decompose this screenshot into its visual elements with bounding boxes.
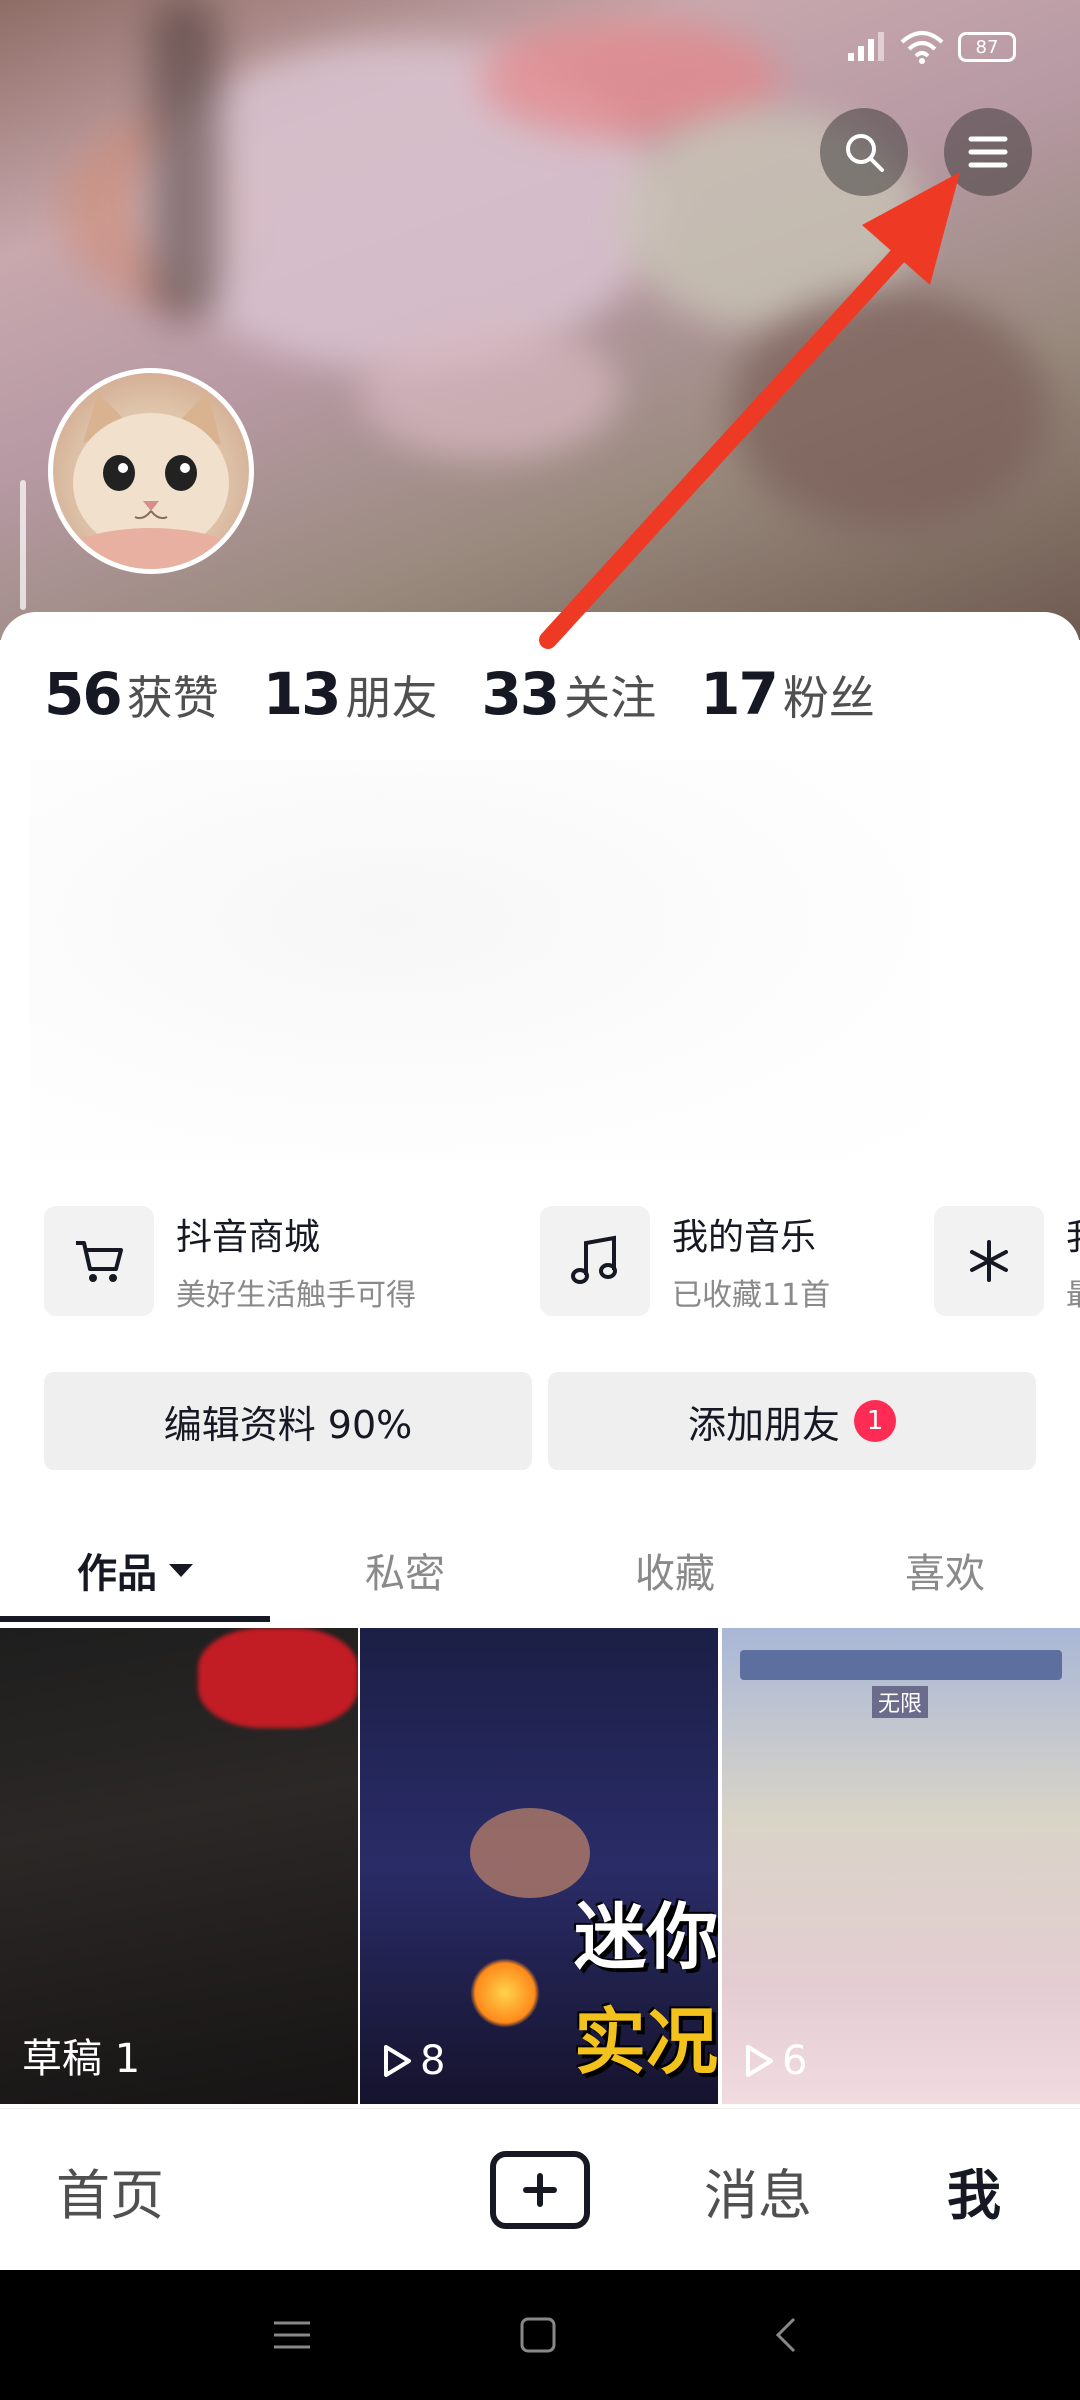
thumbnail-detail (470, 1958, 540, 2028)
video-thumbnail-draft[interactable]: 草稿 1 (0, 1628, 358, 2104)
service-icon-box (934, 1206, 1044, 1316)
notification-badge: 1 (854, 1400, 896, 1442)
stat-followers[interactable]: 17 粉丝 (700, 660, 875, 728)
play-icon (384, 2045, 411, 2077)
edit-profile-label: 编辑资料 90% (163, 1402, 413, 1447)
tab-likes[interactable]: 喜欢 (810, 1520, 1080, 1620)
video-thumbnail[interactable]: 迷你 实况 8 (360, 1628, 718, 2104)
content-tabs: 作品 私密 收藏 喜欢 (0, 1520, 1080, 1620)
stat-friends[interactable]: 13 朋友 (263, 660, 438, 728)
add-friend-label: 添加朋友 (687, 1402, 840, 1447)
thumbnail-overlay-text: 无限 (872, 1686, 929, 1718)
nav-label: 消息 (704, 2163, 812, 2227)
nav-me[interactable]: 我 (868, 2109, 1080, 2271)
recents-icon[interactable] (272, 2315, 312, 2355)
signal-icon (848, 32, 884, 61)
draft-label: 草稿 1 (22, 2036, 141, 2082)
tab-works[interactable]: 作品 (0, 1520, 270, 1620)
video-meta: 8 (382, 2038, 445, 2084)
service-subtitle: 最 (1066, 1270, 1080, 1314)
stat-value: 17 (700, 660, 779, 728)
play-count: 8 (420, 2038, 446, 2084)
menu-button[interactable] (944, 108, 1032, 196)
video-thumbnail[interactable]: 无限 6 (722, 1628, 1080, 2104)
tab-private[interactable]: 私密 (270, 1520, 540, 1620)
back-icon[interactable] (766, 2315, 806, 2355)
music-note-icon (571, 1235, 617, 1284)
profile-cover[interactable]: 87 (0, 0, 1080, 640)
search-icon (846, 134, 884, 172)
thumbnail-detail (470, 1808, 590, 1898)
service-title: 我的音乐 (672, 1217, 817, 1258)
cart-icon (76, 1241, 123, 1282)
battery-indicator: 87 (958, 32, 1016, 62)
bottom-nav: 首页 消息 我 (0, 2108, 1080, 2270)
stat-value: 13 (262, 660, 342, 728)
video-grid: 草稿 1 迷你 实况 8 无限 6 (0, 1628, 1080, 2104)
service-subtitle: 已收藏11首 (672, 1278, 831, 1313)
video-meta: 草稿 1 (22, 2026, 140, 2084)
chevron-down-icon (169, 1563, 193, 1577)
stat-value: 56 (44, 660, 123, 728)
play-count: 6 (782, 2038, 808, 2084)
tab-favorites[interactable]: 收藏 (540, 1520, 810, 1620)
nav-messages[interactable]: 消息 (648, 2109, 868, 2271)
active-tab-indicator (0, 1616, 270, 1622)
stat-likes[interactable]: 56 获赞 (44, 660, 219, 728)
system-nav-bar (0, 2270, 1080, 2400)
sparkle-icon (970, 1240, 1008, 1282)
nav-label: 首页 (56, 2163, 164, 2227)
stat-label: 关注 (564, 671, 657, 725)
tab-label: 收藏 (635, 1551, 715, 1597)
service-music[interactable]: 我的音乐 已收藏11首 (540, 1206, 830, 1316)
service-more[interactable]: 我 最 (934, 1206, 1080, 1316)
service-mall[interactable]: 抖音商城 美好生活触手可得 (44, 1206, 416, 1316)
home-icon[interactable] (518, 2315, 558, 2355)
add-friend-button[interactable]: 添加朋友 1 (548, 1372, 1036, 1470)
thumbnail-overlay-text: 实况 (573, 2000, 718, 2084)
tab-label: 私密 (365, 1551, 445, 1597)
profile-stats: 56 获赞 13 朋友 33 关注 17 粉丝 (44, 660, 919, 728)
stat-label: 朋友 (345, 671, 438, 725)
service-title: 我 (1066, 1208, 1080, 1260)
cover-blur (360, 320, 620, 460)
stat-label: 获赞 (126, 671, 219, 725)
create-button[interactable] (490, 2151, 590, 2229)
status-bar: 87 (846, 30, 1016, 64)
service-icon-box (540, 1206, 650, 1316)
services-row: 抖音商城 美好生活触手可得 我的音乐 已收藏11首 我 最 (44, 1206, 1080, 1316)
service-title: 抖音商城 (176, 1217, 321, 1258)
thumbnail-detail (740, 1650, 1062, 1680)
cover-scroll-indicator (20, 480, 26, 610)
service-icon-box (44, 1206, 154, 1316)
cat-avatar-image (61, 391, 241, 569)
plus-icon (523, 2173, 557, 2207)
video-meta: 6 (744, 2038, 807, 2084)
stat-following[interactable]: 33 关注 (481, 660, 656, 728)
thumbnail-overlay-text: 迷你 (573, 1895, 718, 1979)
edit-profile-button[interactable]: 编辑资料 90% (44, 1372, 532, 1470)
cover-blur (730, 290, 1050, 530)
tab-label: 喜欢 (905, 1551, 985, 1597)
play-icon (746, 2045, 773, 2077)
profile-bio-redacted (30, 760, 930, 1160)
wifi-icon (900, 31, 944, 64)
nav-label: 我 (947, 2163, 1001, 2227)
avatar[interactable] (48, 368, 254, 574)
service-subtitle: 美好生活触手可得 (176, 1278, 416, 1313)
tab-label: 作品 (77, 1551, 157, 1597)
thumbnail-detail (198, 1628, 358, 1728)
stat-label: 粉丝 (782, 671, 875, 725)
nav-home[interactable]: 首页 (0, 2109, 220, 2271)
search-button[interactable] (820, 108, 908, 196)
stat-value: 33 (481, 660, 560, 728)
hamburger-menu-icon (968, 136, 1008, 168)
cover-blur (150, 0, 220, 320)
